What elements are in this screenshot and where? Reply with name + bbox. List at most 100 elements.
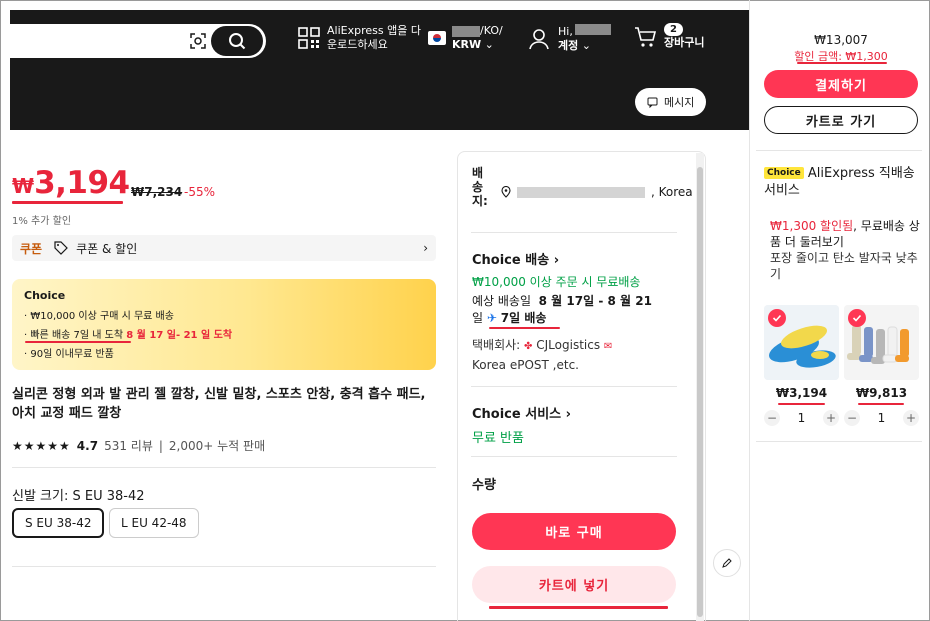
- coupon-bar[interactable]: 쿠폰 쿠폰 & 할인 ›: [12, 235, 436, 261]
- cart-total: ₩13,007: [814, 33, 868, 47]
- cart-link[interactable]: 2 장바구니: [634, 23, 705, 50]
- decrease-quantity-button[interactable]: −: [844, 410, 860, 426]
- free-return-label: 무료 반품: [472, 431, 524, 446]
- search-button[interactable]: [211, 26, 263, 56]
- size-option-l[interactable]: L EU 42-48: [109, 508, 199, 538]
- qr-code-icon: [298, 27, 320, 49]
- review-count[interactable]: 531 리뷰: [104, 437, 153, 454]
- item-price-underline: [778, 403, 825, 405]
- choice-benefits-box: Choice · ₩10,000 이상 구매 시 무료 배송 · 빠른 배송 7…: [12, 279, 436, 370]
- locale-currency-selector[interactable]: /KO/ KRW ⌄: [428, 24, 503, 52]
- top-header: AliExpress 앱을 다운로드하세요 /KO/ KRW ⌄ Hi, 계정 …: [10, 10, 749, 130]
- size-label: 신발 크기: S EU 38-42: [12, 489, 145, 504]
- choice-badge: Choice: [764, 167, 804, 179]
- redacted-username: [574, 24, 611, 35]
- app-download-link[interactable]: AliExpress 앱을 다운로드하세요: [298, 24, 423, 52]
- increase-quantity-button[interactable]: +: [822, 410, 839, 426]
- divider: [471, 456, 677, 457]
- search-icon: [229, 33, 246, 50]
- cart-label: 장바구니: [664, 36, 705, 49]
- greeting-text: Hi,: [558, 25, 573, 38]
- fast-delivery-underline: [25, 341, 131, 343]
- go-to-cart-button[interactable]: 카트로 가기: [764, 106, 918, 134]
- cart-item-thumbnail[interactable]: [844, 305, 919, 380]
- size-option-s[interactable]: S EU 38-42: [12, 508, 105, 538]
- airplane-icon: ✈: [486, 311, 497, 325]
- locale-language: /KO/: [480, 24, 503, 37]
- check-icon: [852, 314, 862, 322]
- add-to-cart-underline: [489, 606, 668, 609]
- chevron-right-icon: ›: [423, 241, 428, 255]
- choice-promo[interactable]: ₩1,300 할인됨, 무료배송 상품 더 둘러보기 포장 줄이고 탄소 발자국…: [770, 218, 920, 282]
- location-pin-icon: [501, 186, 511, 198]
- sold-count: 2,000+ 누적 판매: [168, 439, 266, 453]
- eta-underline: [489, 327, 560, 329]
- korea-flag-icon: [428, 31, 446, 45]
- divider: [471, 386, 677, 387]
- discount-underline: [797, 62, 887, 64]
- account-label: 계정: [558, 39, 579, 52]
- panel-separator: [749, 0, 750, 621]
- divider: [756, 150, 922, 151]
- cart-item-price: ₩3,194: [775, 386, 828, 400]
- eta-days: 7일 배송: [500, 311, 547, 325]
- sale-price: ₩ 3,194: [12, 165, 130, 201]
- choice-benefit-free-return: · 90일 이내무료 반품: [24, 349, 114, 360]
- divider: [12, 467, 436, 468]
- choice-service-heading: Choice AliExpress 직배송 서비스: [764, 166, 915, 198]
- price-value: 3,194: [34, 165, 130, 201]
- buy-now-button[interactable]: 바로 구매: [472, 513, 676, 550]
- choice-shipping-title[interactable]: Choice 배송 ›: [472, 249, 559, 268]
- divider: [756, 441, 922, 442]
- quantity-label: 수량: [472, 478, 496, 493]
- account-menu[interactable]: Hi, 계정 ⌄: [528, 24, 611, 53]
- app-download-text: AliExpress 앱을 다운로드하세요: [327, 24, 421, 51]
- quantity-stepper: − 1 +: [844, 409, 919, 427]
- item-price-underline: [858, 403, 904, 405]
- quantity-value: 1: [797, 411, 806, 425]
- cart-count-badge: 2: [664, 23, 683, 36]
- choice-box-title: Choice: [24, 289, 66, 302]
- chevron-right-icon: ›: [565, 407, 572, 422]
- currency-symbol: ₩: [12, 174, 35, 198]
- star-rating-icons: ★★★★★: [12, 438, 71, 453]
- scrollbar-thumb[interactable]: [697, 167, 703, 617]
- quantity-stepper: − 1 +: [764, 409, 839, 427]
- ship-to-label: 배 송 지:: [472, 166, 488, 208]
- cart-icon: [635, 27, 657, 47]
- carrier-info: 택배회사: ✤ CJLogistics ✉ Korea ePOST ,etc.: [472, 338, 613, 372]
- rating-score: 4.7: [76, 438, 99, 453]
- item-selected-checkbox[interactable]: [768, 309, 786, 327]
- chat-icon: [647, 97, 658, 108]
- checkout-button[interactable]: 결제하기: [764, 70, 918, 98]
- rating-row: ★★★★★ 4.7 531 리뷰 | 2,000+ 누적 판매: [12, 437, 265, 454]
- quantity-value: 1: [877, 411, 886, 425]
- estimated-delivery: 예상 배송일 8 월 17일 - 8 월 21 일 ✈ 7일 배송: [472, 294, 652, 325]
- cart-item-thumbnail[interactable]: [764, 305, 839, 380]
- coupon-label: 쿠폰 & 할인: [76, 241, 138, 256]
- message-button[interactable]: 메시지: [635, 88, 707, 116]
- choice-benefit-free-shipping: · ₩10,000 이상 구매 시 무료 배송: [24, 311, 174, 322]
- pencil-icon: [722, 558, 732, 568]
- ship-country: , Korea: [651, 185, 693, 199]
- add-to-cart-button[interactable]: 카트에 넣기: [472, 566, 676, 603]
- divider: [12, 566, 436, 567]
- edit-floating-button[interactable]: [713, 549, 741, 577]
- extra-discount: 1% 추가 할인: [12, 216, 72, 227]
- choice-service-title[interactable]: Choice 서비스 ›: [472, 403, 571, 422]
- redacted-address: [517, 186, 645, 198]
- increase-quantity-button[interactable]: +: [902, 410, 919, 426]
- item-selected-checkbox[interactable]: [848, 309, 866, 327]
- user-icon: [529, 28, 549, 49]
- shipping-address[interactable]: , Korea: [501, 185, 693, 199]
- image-search-icon[interactable]: [190, 33, 206, 49]
- delivery-panel-scrollbar[interactable]: [696, 153, 704, 621]
- message-button-label: 메시지: [664, 96, 695, 109]
- free-shipping-threshold: ₩10,000 이상 주문 시 무료배송: [472, 275, 641, 289]
- divider: [471, 232, 677, 233]
- search-box[interactable]: [10, 24, 266, 58]
- separator: |: [158, 438, 163, 453]
- decrease-quantity-button[interactable]: −: [764, 410, 780, 426]
- cj-logo-icon: ✤: [524, 341, 533, 352]
- currency-label: KRW: [452, 38, 482, 51]
